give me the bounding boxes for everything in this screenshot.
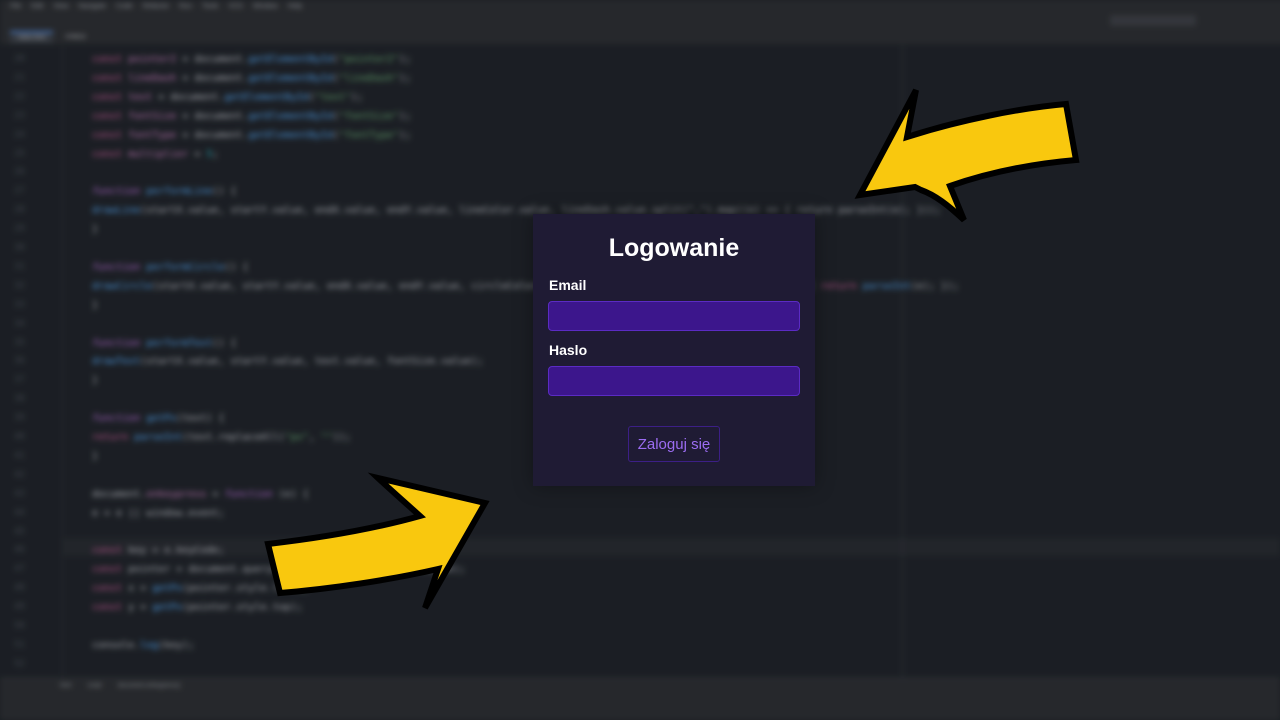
screen: File Edit View Navigate Code Refactor Run Tools… [0, 0, 1280, 720]
arrow-top-right-icon [854, 88, 1080, 223]
arrow-annotations [264, 88, 1080, 610]
arrow-bottom-left-icon [264, 472, 490, 610]
